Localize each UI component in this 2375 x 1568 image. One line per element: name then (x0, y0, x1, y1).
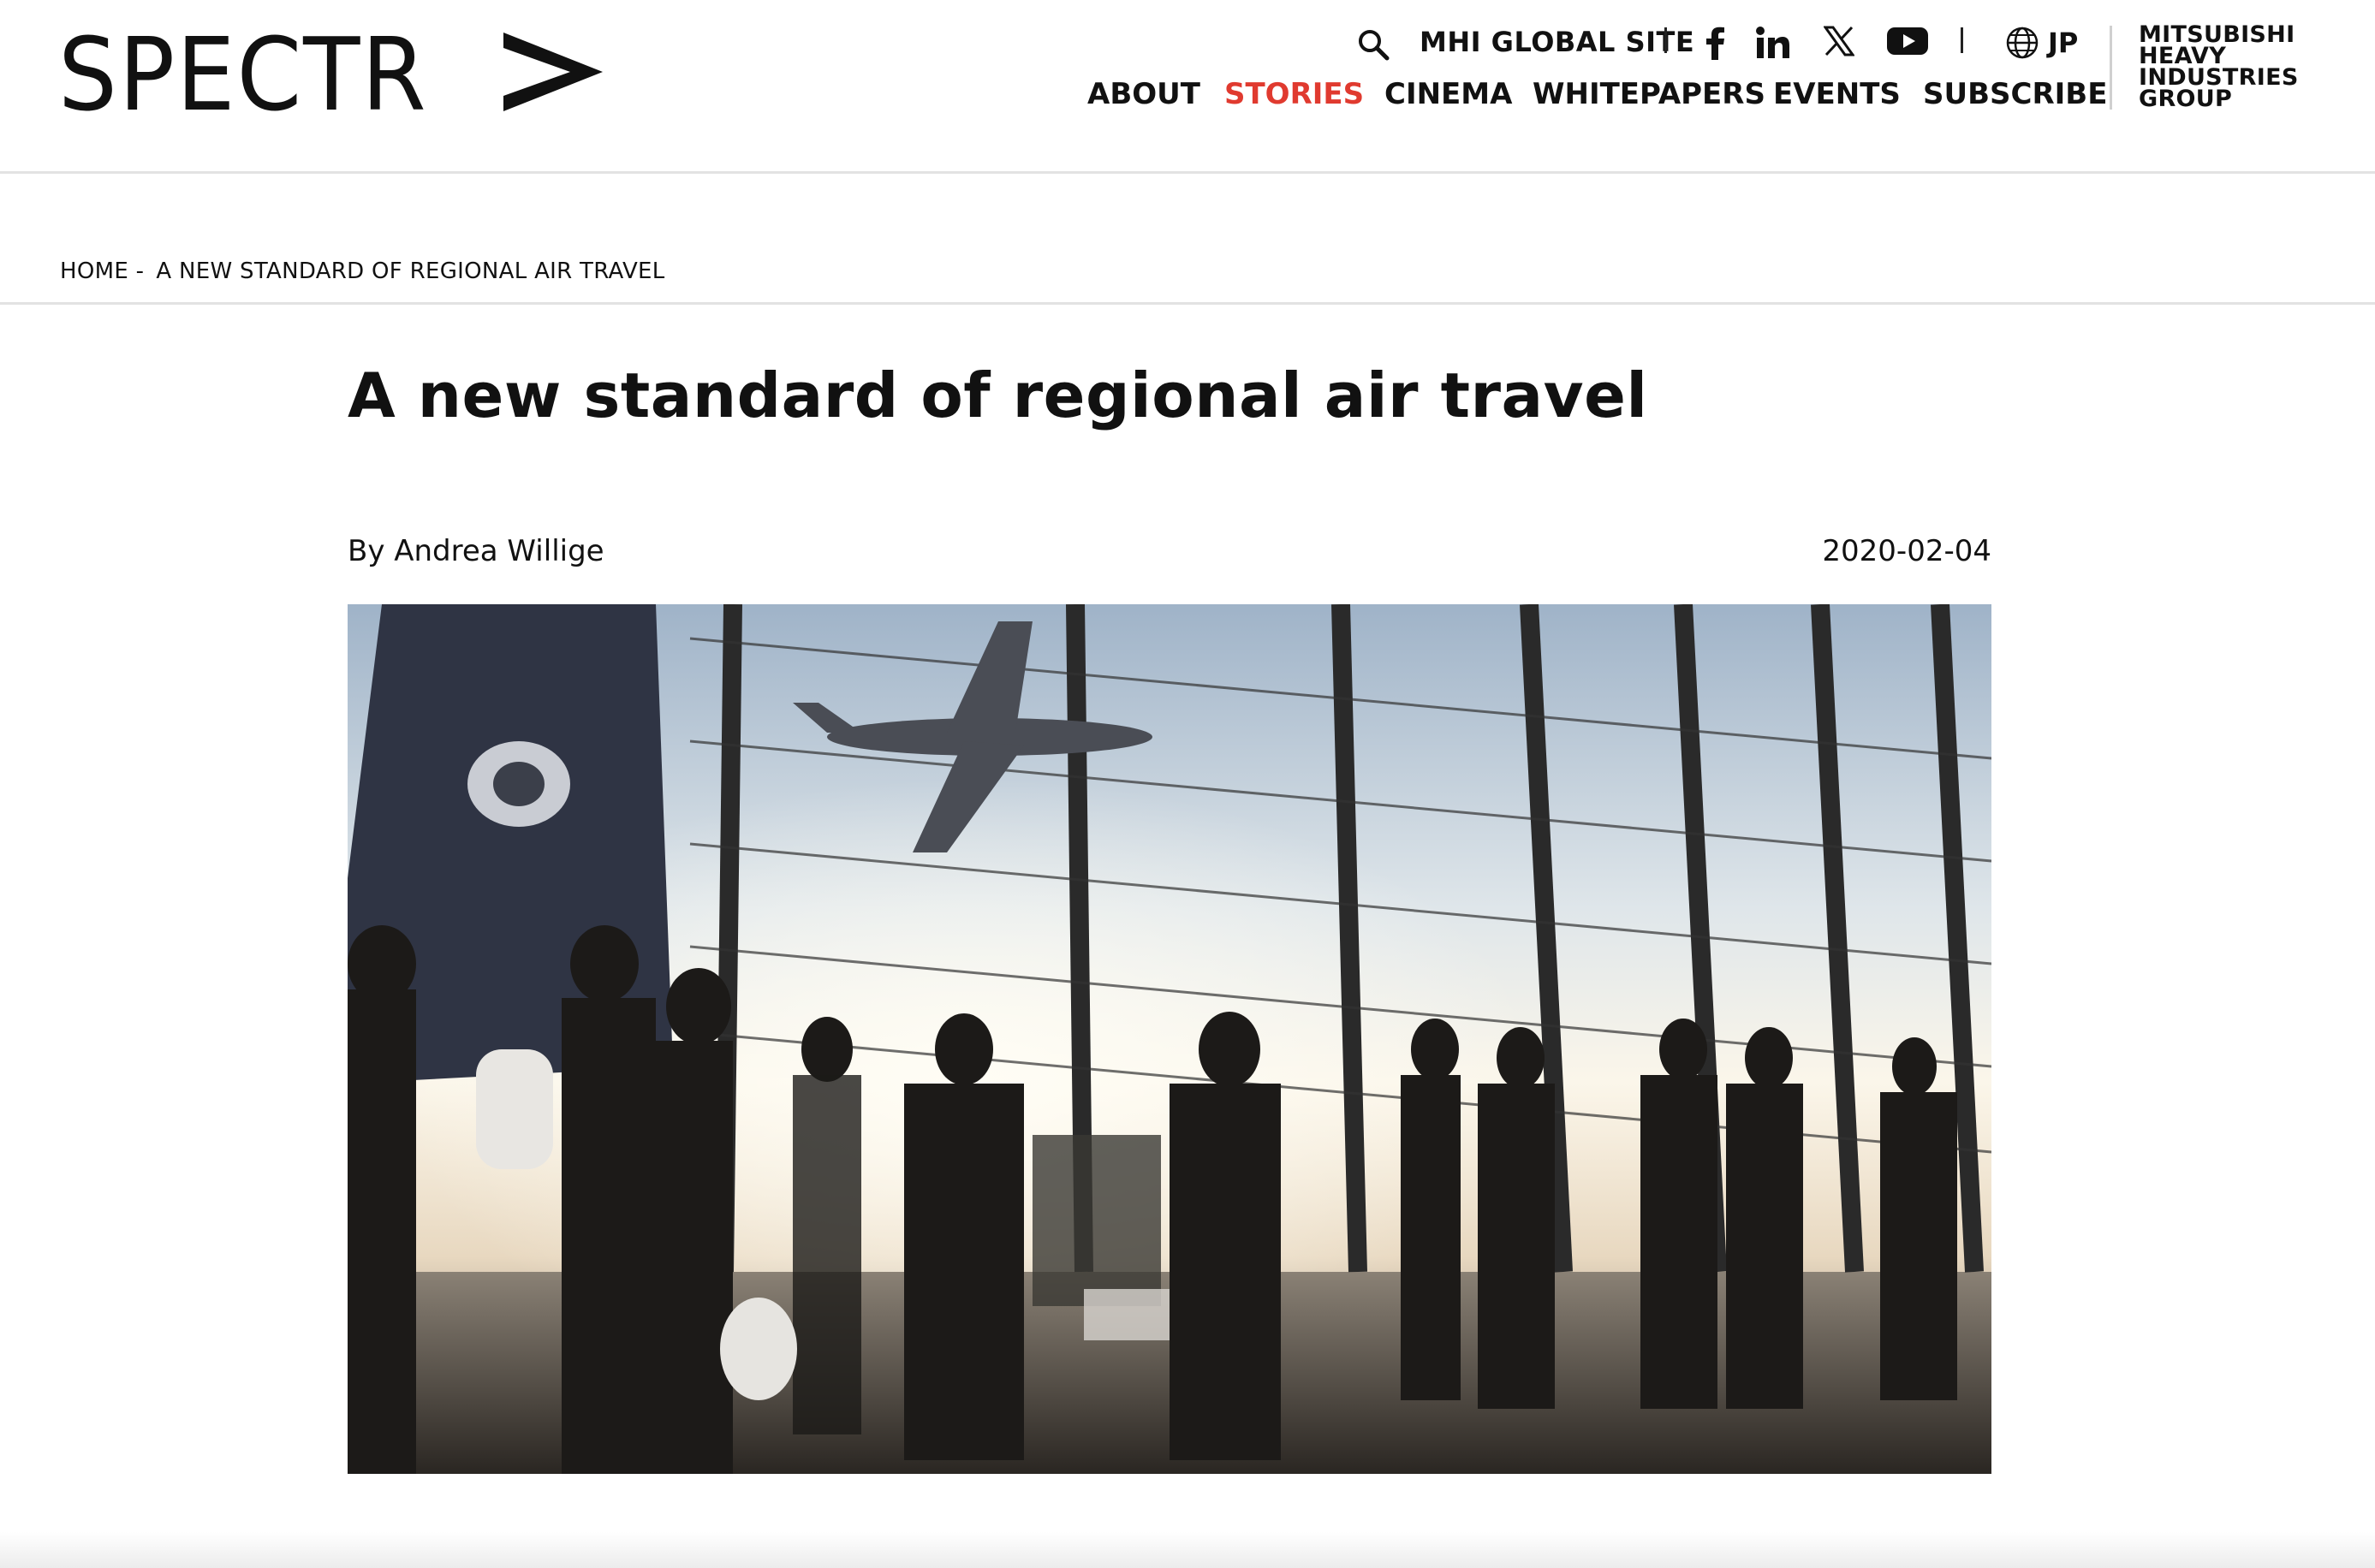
airport-terminal-photo (348, 604, 1991, 1474)
breadcrumb-home[interactable]: HOME - (60, 258, 144, 284)
nav-stories[interactable]: STORIES (1224, 77, 1364, 111)
x-icon[interactable] (1824, 26, 1854, 56)
language-switch[interactable]: JP (2005, 26, 2078, 60)
facebook-icon[interactable] (1705, 26, 1726, 60)
nav-whitepapers[interactable]: WHITEPAPERS (1533, 77, 1765, 111)
spectra-logo[interactable]: SPECTR (58, 15, 603, 134)
utility-separator (1664, 27, 1667, 53)
breadcrumb: HOME - A NEW STANDARD OF REGIONAL AIR TR… (60, 258, 665, 284)
globe-icon (2006, 27, 2039, 59)
logo-wordmark: SPECTR (58, 15, 428, 134)
breadcrumb-current: A NEW STANDARD OF REGIONAL AIR TRAVEL (156, 258, 665, 284)
linkedin-icon[interactable] (1755, 26, 1789, 60)
nav-events[interactable]: EVENTS (1773, 77, 1901, 111)
mhi-logo-line: GROUP (2139, 86, 2233, 112)
article-byline: By Andrea Willige (348, 534, 604, 568)
article-title: A new standard of regional air travel (348, 359, 1648, 431)
hero-image (348, 604, 1991, 1474)
youtube-icon[interactable] (1887, 26, 1928, 56)
mhi-global-site-link[interactable]: MHI GLOBAL SITE (1420, 26, 1694, 58)
nav-about[interactable]: ABOUT (1087, 77, 1200, 111)
article-date: 2020-02-04 (1822, 534, 1991, 568)
site-header: SPECTR MHI GLOBAL SITE JP ABOUT STORIES … (0, 0, 2375, 174)
nav-cinema[interactable]: CINEMA (1384, 77, 1512, 111)
search-icon[interactable] (1356, 27, 1390, 62)
nav-subscribe[interactable]: SUBSCRIBE (1923, 77, 2107, 111)
triangle-a-icon (503, 33, 603, 111)
breadcrumb-divider (0, 302, 2375, 305)
language-label: JP (2048, 27, 2079, 59)
mhi-group-logo[interactable]: MITSUBISHI HEAVY INDUSTRIES GROUP (2139, 23, 2299, 112)
utility-separator (1961, 27, 1963, 53)
header-divider (2110, 26, 2112, 110)
page-bottom-fade (0, 1532, 2375, 1568)
